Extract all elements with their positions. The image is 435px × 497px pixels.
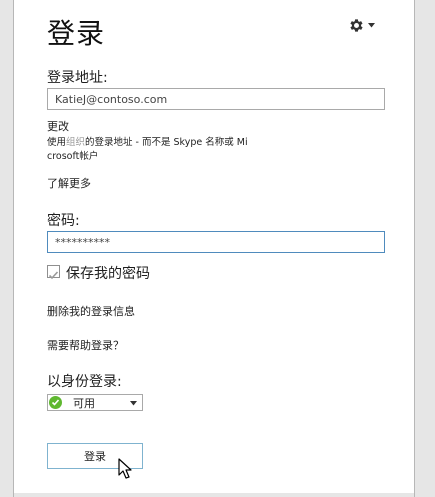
- mouse-cursor-icon: [118, 458, 134, 484]
- hint-prefix: 使用: [47, 137, 67, 148]
- hint-line1-rest: 的登录地址 - 而不是 Skype 名称或 Mi: [85, 137, 248, 148]
- signin-address-value: KatieJ@contoso.com: [55, 92, 168, 106]
- status-selected-value: 可用: [73, 396, 95, 410]
- signin-address-label: 登录地址:: [47, 70, 108, 86]
- password-value: **********: [55, 235, 110, 249]
- save-password-checkbox[interactable]: [47, 265, 60, 280]
- need-help-link[interactable]: 需要帮助登录？: [47, 337, 124, 353]
- window-frame-bottom: [14, 493, 414, 497]
- learn-more-link[interactable]: 了解更多: [47, 175, 91, 191]
- checkmark-icon: [48, 271, 59, 280]
- password-label: 密码:: [47, 213, 80, 229]
- signin-address-input[interactable]: KatieJ@contoso.com: [47, 88, 385, 110]
- page-title: 登录: [47, 17, 106, 50]
- change-link[interactable]: 更改: [47, 118, 69, 134]
- window-frame-right: [414, 0, 435, 497]
- signin-hint: 使用组织的登录地址 - 而不是 Skype 名称或 Mi crosoft帐户: [47, 136, 257, 164]
- chevron-down-icon: [368, 23, 375, 28]
- password-input[interactable]: **********: [47, 231, 385, 253]
- save-password-label[interactable]: 保存我的密码: [66, 263, 150, 283]
- hint-emphasis: 组织: [66, 137, 86, 148]
- status-dropdown[interactable]: 可用: [47, 394, 143, 411]
- status-available-icon: [49, 396, 62, 409]
- status-label: 以身份登录:: [47, 374, 122, 390]
- delete-signin-info-link[interactable]: 删除我的登录信息: [47, 303, 135, 319]
- window-frame-left: [0, 0, 14, 497]
- hint-line2: crosoft帐户: [47, 151, 99, 162]
- gear-icon: [348, 17, 365, 34]
- settings-menu-button[interactable]: [348, 17, 375, 34]
- chevron-down-icon: [130, 396, 137, 409]
